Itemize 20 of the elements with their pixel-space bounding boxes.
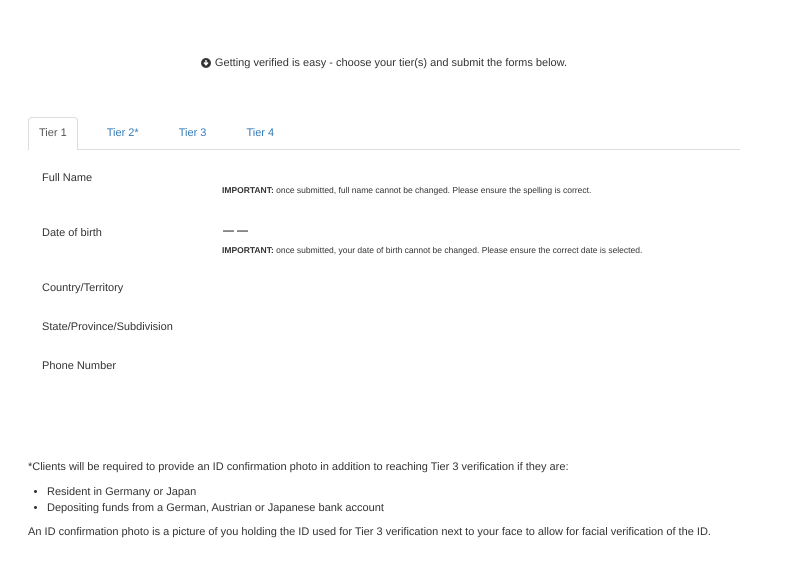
footnote-text: *Clients will be required to provide an ID confirmation photo in addition to reaching Tier 3 verification if they are: bbox=[28, 460, 570, 475]
field-label: Full Name bbox=[42, 171, 94, 186]
intro-text: Getting verified is easy - choose your tier(s) and submit the forms below. bbox=[214, 56, 568, 71]
field-label: State/Province/Subdivision bbox=[42, 320, 174, 335]
date-field[interactable]: — — bbox=[222, 225, 250, 238]
bullet-icon bbox=[34, 506, 37, 509]
bullet-icon bbox=[34, 490, 37, 493]
tab[interactable]: Tier 2* bbox=[96, 116, 150, 150]
field-label: Date of birth bbox=[42, 226, 103, 241]
field-label: Country/Territory bbox=[42, 281, 124, 296]
arrow-down-circle-icon bbox=[200, 58, 211, 68]
list-item: Resident in Germany or Japan bbox=[47, 484, 196, 500]
explanation-text: An ID confirmation photo is a picture of you holding the ID used for Tier 3 verification next to your face to allow for facial verification of the ID. bbox=[28, 524, 712, 540]
tab[interactable]: Tier 1 bbox=[28, 116, 78, 150]
field-note: IMPORTANT: once submitted, full name cannot be changed. Please ensure the spelling is correct. bbox=[222, 184, 592, 197]
tab[interactable]: Tier 3 bbox=[168, 116, 218, 150]
list-item: Depositing funds from a German, Austrian or Japanese bank account bbox=[47, 500, 384, 516]
field-label: Phone Number bbox=[42, 359, 117, 374]
tab[interactable]: Tier 4 bbox=[235, 116, 286, 150]
field-note: IMPORTANT: once submitted, your date of birth cannot be changed. Please ensure the correct date is selected. bbox=[222, 244, 642, 257]
